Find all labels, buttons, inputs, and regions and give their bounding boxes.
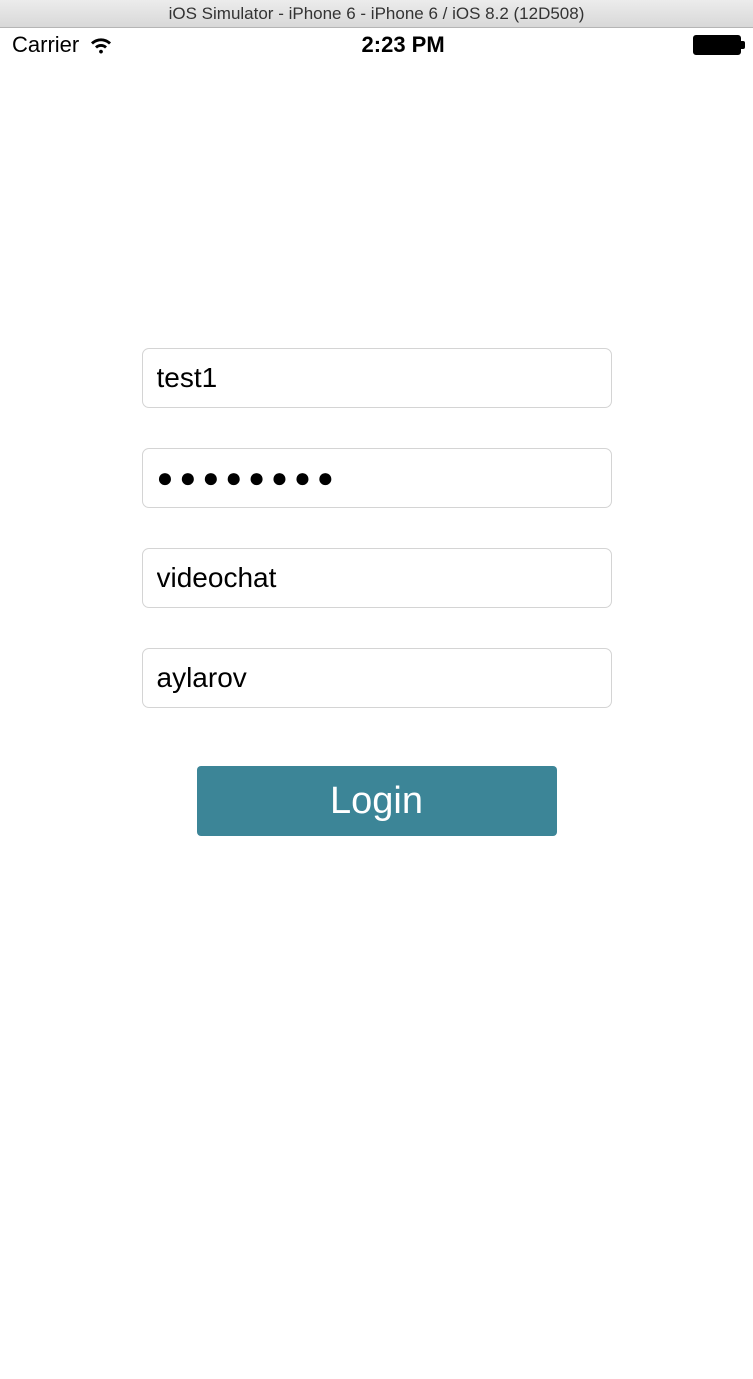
clock: 2:23 PM <box>362 32 445 58</box>
window-titlebar: iOS Simulator - iPhone 6 - iPhone 6 / iO… <box>0 0 753 28</box>
carrier-label: Carrier <box>12 32 79 58</box>
status-bar: Carrier 2:23 PM <box>0 28 753 62</box>
password-field[interactable]: ●●●●●●●● <box>142 448 612 508</box>
status-right <box>693 35 741 55</box>
window-title: iOS Simulator - iPhone 6 - iPhone 6 / iO… <box>169 4 585 24</box>
wifi-icon <box>89 36 113 54</box>
app-field[interactable] <box>142 548 612 608</box>
account-field[interactable] <box>142 648 612 708</box>
login-form: ●●●●●●●● Login <box>0 348 753 836</box>
username-field[interactable] <box>142 348 612 408</box>
battery-icon <box>693 35 741 55</box>
password-mask: ●●●●●●●● <box>157 448 340 508</box>
device-screen: Carrier 2:23 PM ●●●●●●●● Login <box>0 28 753 1379</box>
status-left: Carrier <box>12 32 113 58</box>
login-button[interactable]: Login <box>197 766 557 836</box>
